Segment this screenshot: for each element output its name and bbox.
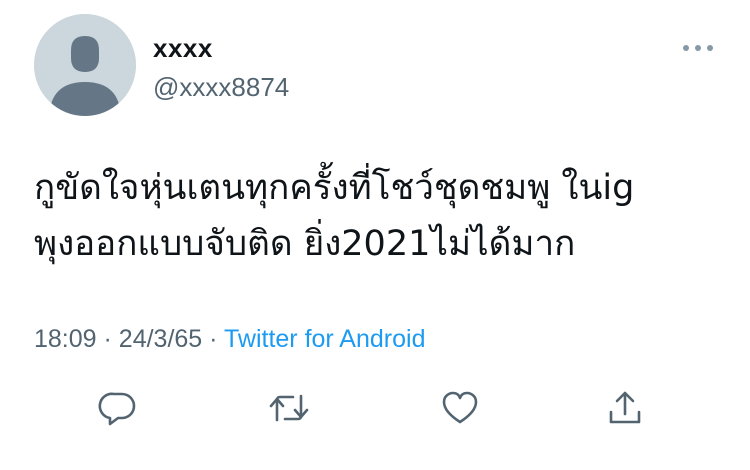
more-options-button[interactable] (680, 40, 716, 56)
retweet-icon (269, 394, 309, 422)
share-icon (609, 391, 641, 424)
heart-icon (442, 391, 478, 424)
meta-separator: · (209, 325, 218, 353)
reply-icon (98, 392, 136, 426)
retweet-button[interactable] (264, 383, 314, 433)
like-button[interactable] (435, 383, 485, 433)
tweet-date: 24/3/65 (118, 325, 203, 353)
user-handle[interactable]: @xxxx8874 (153, 72, 289, 102)
tweet-time: 18:09 (34, 325, 97, 353)
tweet-text-line: กูขัดใจหุ่นเตนทุกครั้งที่โชว์ชุดชมพู ในi… (34, 168, 635, 208)
display-name[interactable]: xxxx (153, 33, 213, 63)
tweet-meta: 18:09 · 24/3/65 · Twitter for Android (34, 323, 425, 355)
reply-button[interactable] (93, 383, 143, 433)
tweet-text: กูขัดใจหุ่นเตนทุกครั้งที่โชว์ชุดชมพู ในi… (34, 160, 724, 272)
tweet-actions-bar (0, 383, 750, 433)
avatar[interactable] (34, 14, 136, 116)
tweet-text-line: พุงออกแบบจับติด ยิ่ง2021ไม่ได้มาก (34, 224, 576, 264)
tweet-source-link[interactable]: Twitter for Android (224, 325, 425, 353)
share-button[interactable] (600, 383, 650, 433)
more-dots-icon (683, 45, 713, 51)
default-avatar-icon (34, 14, 136, 116)
meta-separator: · (103, 325, 112, 353)
